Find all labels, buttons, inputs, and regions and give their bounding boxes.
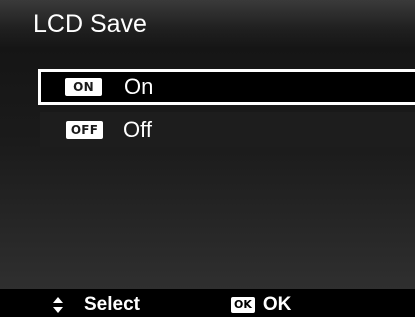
footer-hint-bar: Select OK OK [0, 289, 415, 317]
ok-hint-label: OK [262, 294, 292, 315]
on-badge-icon: ON [65, 78, 102, 96]
menu-option-off[interactable]: OFF Off [40, 112, 415, 147]
up-down-arrows-icon [52, 296, 64, 314]
title-bar: LCD Save [0, 0, 415, 47]
select-hint: Select [52, 294, 140, 316]
camera-menu-screen: LCD Save ON On OFF Off Select OK OK [0, 0, 415, 317]
menu-option-on[interactable]: ON On [38, 69, 415, 105]
select-hint-label: Select [84, 294, 140, 315]
menu-option-label: Off [123, 116, 152, 142]
off-badge-icon: OFF [66, 120, 103, 139]
page-title: LCD Save [33, 10, 147, 38]
ok-hint: OK OK [231, 294, 291, 316]
menu-option-label: On [124, 74, 154, 99]
ok-button-icon: OK [231, 297, 255, 313]
